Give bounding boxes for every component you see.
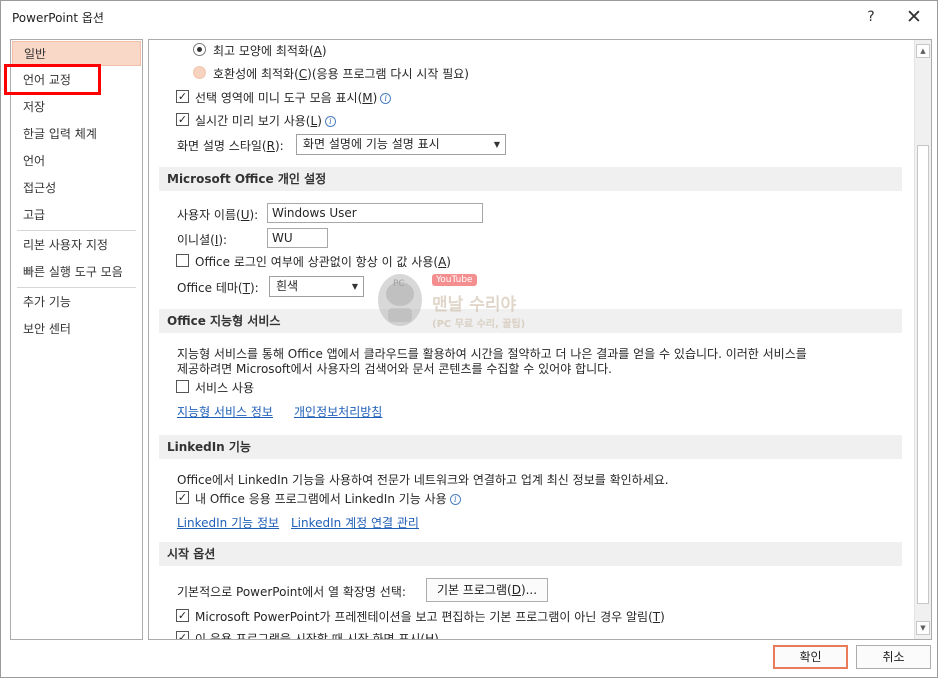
scrollbar-thumb[interactable] (917, 145, 929, 604)
username-label: 사용자 이름(U): (177, 208, 259, 222)
about-intelligent-services-link[interactable]: 지능형 서비스 정보 (177, 403, 273, 420)
show-start-screen-label: 이 응용 프로그램을 시작할 때 시작 화면 표시(H) (195, 632, 439, 640)
enable-linkedin-checkbox[interactable]: ✓ (176, 491, 189, 504)
live-preview-label: 실시간 미리 보기 사용(L) i (195, 112, 336, 129)
notify-not-default-label: Microsoft PowerPoint가 프레젠테이션을 보고 편집하는 기본… (195, 610, 665, 624)
sidebar-item-save[interactable]: 저장 (11, 94, 142, 121)
mini-toolbar-checkbox[interactable]: ✓ (176, 90, 189, 103)
privacy-statement-link[interactable]: 개인정보처리방침 (294, 403, 382, 420)
sidebar-item-general[interactable]: 일반 (12, 41, 141, 66)
notify-not-default-checkbox[interactable]: ✓ (176, 609, 189, 622)
info-icon[interactable]: i (449, 494, 461, 505)
enable-linkedin-label: 내 Office 응용 프로그램에서 LinkedIn 기능 사용 i (195, 490, 461, 507)
title-bar: PowerPoint 옵션 ? ✕ (1, 1, 937, 33)
optimize-compat-label: 호환성에 최적화(C)(응용 프로그램 다시 시작 필요) (213, 67, 469, 81)
initials-label: 이니셜(I): (177, 233, 228, 247)
help-button[interactable]: ? (853, 4, 889, 30)
mini-toolbar-label: 선택 영역에 미니 도구 모음 표시(M) i (195, 89, 392, 106)
sidebar-item-language[interactable]: 언어 (11, 148, 142, 175)
always-use-values-checkbox[interactable] (176, 254, 189, 267)
youtube-badge: YouTube (432, 274, 477, 286)
sidebar-item-advanced[interactable]: 고급 (11, 202, 142, 229)
optimize-best-label: 최고 모양에 최적화(A) (213, 44, 327, 58)
sidebar-divider (17, 287, 136, 288)
sidebar-item-korean-input[interactable]: 한글 입력 체계 (11, 121, 142, 148)
sidebar-item-quick-access-toolbar[interactable]: 빠른 실행 도구 모음 (11, 259, 142, 286)
scroll-down-icon[interactable]: ▼ (916, 621, 930, 635)
category-sidebar: 일반 언어 교정 저장 한글 입력 체계 언어 접근성 고급 리본 사용자 지정… (10, 39, 143, 640)
default-extension-label: 기본적으로 PowerPoint에서 열 확장명 선택: (177, 585, 406, 599)
office-theme-value: 흰색 (276, 279, 299, 293)
options-dialog: PowerPoint 옵션 ? ✕ 일반 언어 교정 저장 한글 입력 체계 언… (0, 0, 938, 678)
info-icon[interactable]: i (324, 116, 336, 127)
initials-input[interactable]: WU (267, 228, 328, 248)
svg-text:PC: PC (393, 279, 405, 289)
always-use-values-label: Office 로그인 여부에 상관없이 항상 이 값 사용(A) (195, 255, 451, 269)
sidebar-item-customize-ribbon[interactable]: 리본 사용자 지정 (11, 232, 142, 259)
username-input[interactable]: Windows User (267, 203, 483, 223)
intelligent-description-line2: 제공하려면 Microsoft에서 사용자의 검색어와 문서 콘텐츠를 수집할 … (177, 362, 612, 376)
sidebar-divider (17, 230, 136, 231)
sidebar-item-trust-center[interactable]: 보안 센터 (11, 316, 142, 343)
screentip-style-dropdown[interactable]: 화면 설명에 기능 설명 표시 ▼ (296, 134, 506, 155)
manage-linkedin-link[interactable]: LinkedIn 계정 연결 관리 (291, 514, 419, 531)
screentip-style-label: 화면 설명 스타일(R): (177, 139, 284, 153)
chevron-down-icon: ▼ (351, 282, 358, 291)
section-header-intelligent-services: Office 지능형 서비스 (159, 309, 902, 333)
cancel-button[interactable]: 취소 (856, 645, 931, 669)
sidebar-item-add-ins[interactable]: 추가 기능 (11, 289, 142, 316)
highlight-annotation (4, 64, 101, 95)
content-scrollbar[interactable]: ▲ ▼ (914, 40, 931, 639)
show-start-screen-checkbox[interactable]: ✓ (176, 631, 189, 639)
enable-services-label: 서비스 사용 (195, 381, 255, 395)
options-content-pane: 최고 모양에 최적화(A) 호환성에 최적화(C)(응용 프로그램 다시 시작 … (148, 39, 932, 640)
scroll-up-icon[interactable]: ▲ (916, 44, 930, 58)
about-linkedin-link[interactable]: LinkedIn 기능 정보 (177, 514, 279, 531)
ok-button[interactable]: 확인 (773, 645, 848, 669)
linkedin-description: Office에서 LinkedIn 기능을 사용하여 전문가 네트워크와 연결하… (177, 473, 669, 487)
dialog-title: PowerPoint 옵션 (12, 11, 104, 25)
office-theme-label: Office 테마(T): (177, 281, 259, 295)
section-header-linkedin: LinkedIn 기능 (159, 435, 902, 459)
info-icon[interactable]: i (380, 93, 392, 104)
default-programs-button[interactable]: 기본 프로그램(D)... (426, 578, 548, 602)
screentip-style-value: 화면 설명에 기능 설명 표시 (303, 137, 440, 151)
close-button[interactable]: ✕ (896, 4, 932, 30)
optimize-compat-radio[interactable] (193, 66, 206, 79)
sidebar-item-accessibility[interactable]: 접근성 (11, 175, 142, 202)
live-preview-checkbox[interactable]: ✓ (176, 113, 189, 126)
optimize-best-radio[interactable] (193, 43, 206, 56)
office-theme-dropdown[interactable]: 흰색 ▼ (269, 276, 364, 297)
section-header-personalize: Microsoft Office 개인 설정 (159, 167, 902, 191)
section-header-startup: 시작 옵션 (159, 542, 902, 566)
chevron-down-icon: ▼ (493, 140, 500, 149)
enable-services-checkbox[interactable] (176, 380, 189, 393)
